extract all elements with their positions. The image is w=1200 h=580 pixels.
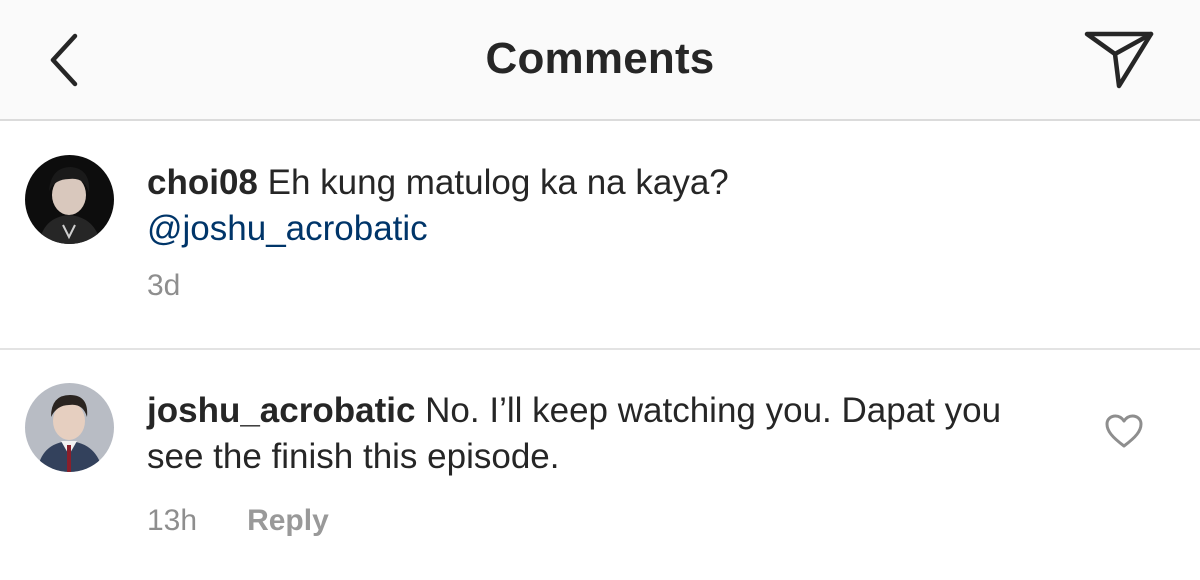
comment-text: joshu_acrobatic No. I’ll keep watching y… [147, 388, 1060, 480]
avatar[interactable] [25, 383, 114, 472]
comment-meta: 3d [147, 269, 180, 303]
page-title: Comments [485, 34, 715, 83]
comment-item: joshu_acrobatic No. I’ll keep watching y… [0, 350, 1200, 580]
heart-outline-icon [1105, 414, 1143, 448]
comments-screen: Comments choi08 Eh kung matulog ka na ka… [0, 0, 1200, 580]
avatar[interactable] [25, 155, 114, 244]
send-button[interactable] [1074, 18, 1164, 98]
comment-message: Eh kung matulog ka na kaya? [267, 163, 729, 202]
comment-mention[interactable]: @joshu_acrobatic [147, 209, 428, 248]
comment-meta: 13h Reply [147, 504, 329, 538]
comment-username[interactable]: joshu_acrobatic [147, 391, 415, 430]
comment-timestamp: 3d [147, 269, 181, 302]
user-avatar-icon [25, 383, 114, 472]
header-bar: Comments [0, 0, 1200, 121]
comment-timestamp: 13h [147, 504, 198, 537]
comment-text: choi08 Eh kung matulog ka na kaya? @josh… [147, 160, 1060, 252]
comment-item: choi08 Eh kung matulog ka na kaya? @josh… [0, 122, 1200, 350]
user-avatar-icon [25, 155, 114, 244]
like-button[interactable] [1098, 408, 1150, 454]
reply-button[interactable]: Reply [247, 504, 329, 538]
comment-username[interactable]: choi08 [147, 163, 258, 202]
paper-plane-icon [1084, 31, 1154, 89]
